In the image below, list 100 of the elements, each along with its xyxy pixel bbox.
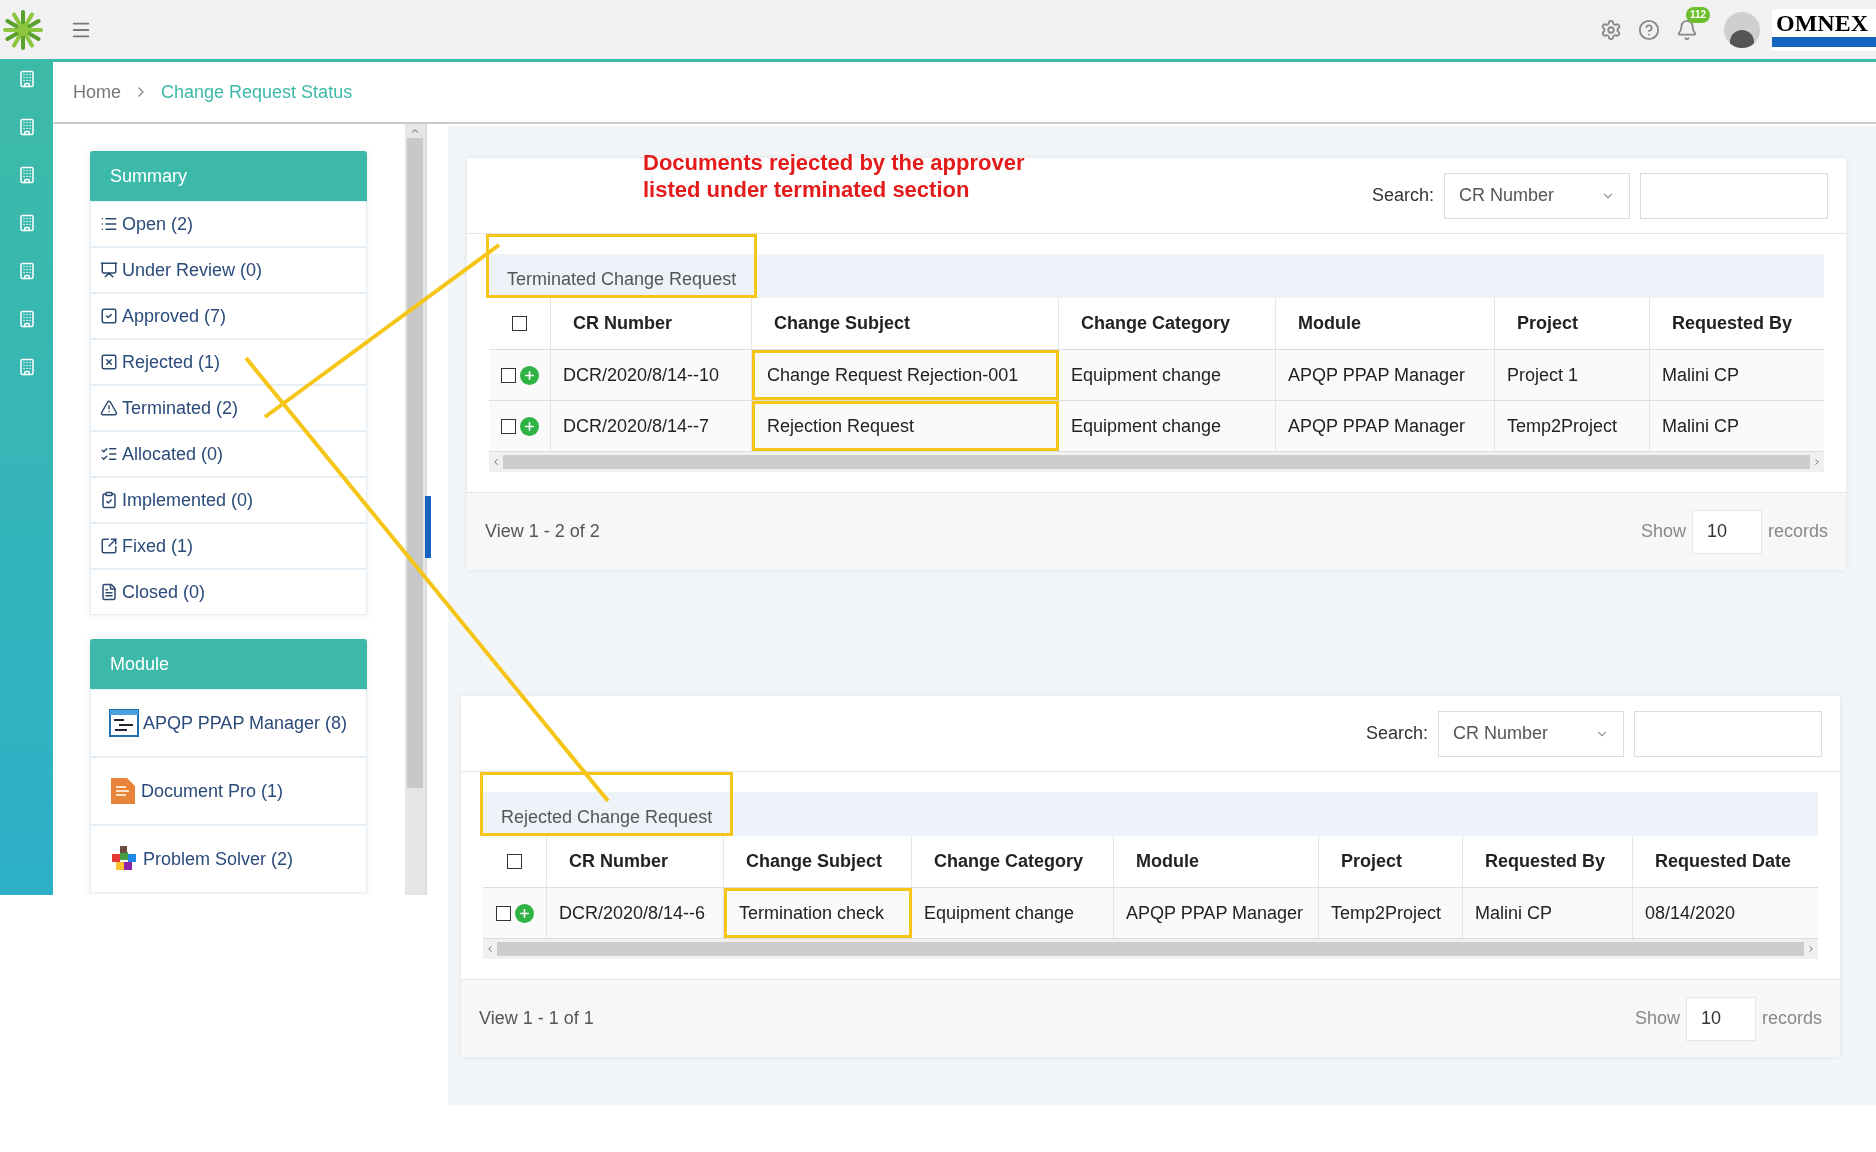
- column-header[interactable]: Module: [1114, 836, 1319, 887]
- column-header[interactable]: Requested By: [1650, 298, 1824, 349]
- column-header[interactable]: Change Category: [912, 836, 1114, 887]
- building-icon[interactable]: [17, 214, 36, 232]
- page-size-input[interactable]: 10: [1691, 509, 1762, 554]
- help-icon[interactable]: [1638, 18, 1660, 41]
- checked-box-icon: [100, 307, 118, 325]
- presenter-icon: [100, 261, 118, 279]
- summary-item[interactable]: Implemented (0): [90, 477, 367, 523]
- chevron-left-icon[interactable]: [485, 944, 495, 954]
- module-item[interactable]: APQP PPAP Manager (8): [90, 689, 367, 757]
- brand-logo: OMNEX: [1772, 8, 1876, 51]
- building-icon[interactable]: [17, 166, 36, 184]
- summary-item[interactable]: Rejected (1): [90, 339, 367, 385]
- horizontal-scrollbar[interactable]: [489, 452, 1824, 472]
- table-cell: Malini CP: [1650, 350, 1824, 400]
- chevron-left-icon[interactable]: [491, 457, 501, 467]
- table-cell: Temp2Project: [1319, 888, 1463, 938]
- document-icon: [109, 776, 137, 806]
- horizontal-scrollbar[interactable]: [483, 939, 1818, 959]
- record-count: View 1 - 2 of 2: [485, 520, 600, 543]
- building-icon[interactable]: [17, 118, 36, 136]
- building-icon[interactable]: [17, 358, 36, 376]
- settings-icon[interactable]: [1600, 18, 1622, 41]
- bell-icon[interactable]: [1676, 18, 1698, 41]
- column-header[interactable]: Change Subject: [752, 298, 1059, 349]
- table-cell: Project 1: [1495, 350, 1650, 400]
- column-header[interactable]: Requested Date: [1633, 836, 1818, 887]
- summary-header: Summary: [90, 151, 367, 201]
- table-cell: Equipment change: [1059, 350, 1276, 400]
- summary-item[interactable]: Terminated (2): [90, 385, 367, 431]
- checkbox[interactable]: [507, 854, 522, 869]
- module-item[interactable]: Document Pro (1): [90, 757, 367, 825]
- breadcrumb-link[interactable]: Home: [73, 78, 121, 106]
- column-header[interactable]: Module: [1276, 298, 1495, 349]
- table-cell: 08/14/2020: [1633, 888, 1818, 938]
- scroll-marker: [425, 496, 431, 558]
- checkbox[interactable]: [495, 905, 511, 921]
- records-label: records: [1761, 1007, 1822, 1030]
- summary-item[interactable]: Fixed (1): [90, 523, 367, 569]
- table-cell: APQP PPAP Manager: [1114, 888, 1319, 938]
- notification-badge: 112: [1686, 6, 1711, 23]
- chevron-up-icon[interactable]: [410, 126, 420, 136]
- table-cell: Equipment change: [1059, 401, 1276, 451]
- building-icon[interactable]: [17, 310, 36, 328]
- column-header[interactable]: Requested By: [1463, 836, 1633, 887]
- table-cell: Equipment change: [912, 888, 1114, 938]
- record-count: View 1 - 1 of 1: [479, 1007, 594, 1030]
- summary-item[interactable]: Approved (7): [90, 293, 367, 339]
- document-icon: [100, 583, 118, 601]
- search-label: Search:: [1371, 184, 1434, 207]
- table-title: Terminated Change Request: [486, 234, 758, 298]
- records-label: records: [1767, 520, 1828, 543]
- table-cell: DCR/2020/8/14--7: [551, 401, 752, 451]
- table-cell: APQP PPAP Manager: [1276, 350, 1495, 400]
- column-header[interactable]: CR Number: [551, 298, 752, 349]
- chevron-right-icon[interactable]: [1812, 457, 1822, 467]
- column-header[interactable]: CR Number: [547, 836, 724, 887]
- chevron-right-icon[interactable]: [1806, 944, 1816, 954]
- search-dropdown[interactable]: CR Number: [1438, 710, 1624, 757]
- search-input[interactable]: [1640, 172, 1828, 219]
- chart-window-icon: [109, 708, 139, 738]
- table-cell: Change Request Rejection-001: [752, 350, 1059, 400]
- annotation-note: Documents rejected by the approver listed under terminated section: [643, 148, 1025, 203]
- table-cell: APQP PPAP Manager: [1276, 401, 1495, 451]
- column-header[interactable]: Change Subject: [724, 836, 912, 887]
- summary-item[interactable]: Closed (0): [90, 569, 367, 615]
- table-cell: DCR/2020/8/14--6: [547, 888, 724, 938]
- checklist-icon: [100, 445, 118, 463]
- search-input[interactable]: [1634, 710, 1822, 757]
- module-header: Module: [90, 639, 367, 689]
- x-box-icon: [100, 353, 118, 371]
- summary-item[interactable]: Open (2): [90, 201, 367, 247]
- table-cell: Termination check: [724, 888, 912, 938]
- building-icon[interactable]: [17, 262, 36, 280]
- checkbox[interactable]: [512, 316, 527, 331]
- external-link-icon: [100, 537, 118, 555]
- table-cell: Malini CP: [1463, 888, 1633, 938]
- summary-item[interactable]: Allocated (0): [90, 431, 367, 477]
- page-size-input[interactable]: 10: [1685, 996, 1756, 1041]
- list-icon: [100, 215, 118, 233]
- table-cell: Malini CP: [1650, 401, 1824, 451]
- checkbox[interactable]: [500, 418, 516, 434]
- column-header[interactable]: Change Category: [1059, 298, 1276, 349]
- vertical-scrollbar[interactable]: [405, 124, 425, 895]
- table-cell: Rejection Request: [752, 401, 1059, 451]
- sunburst-logo-icon: [2, 8, 44, 51]
- clipboard-check-icon: [100, 491, 118, 509]
- warning-icon: [100, 399, 118, 417]
- building-icon[interactable]: [17, 70, 36, 88]
- show-label: Show: [1640, 520, 1686, 543]
- search-dropdown[interactable]: CR Number: [1444, 172, 1630, 219]
- column-header[interactable]: Project: [1495, 298, 1650, 349]
- avatar-icon[interactable]: [1724, 11, 1760, 48]
- module-item[interactable]: Problem Solver (2): [90, 825, 367, 893]
- column-header[interactable]: Project: [1319, 836, 1463, 887]
- table-cell: Temp2Project: [1495, 401, 1650, 451]
- checkbox[interactable]: [500, 367, 516, 383]
- table-title: Rejected Change Request: [480, 772, 734, 836]
- summary-item[interactable]: Under Review (0): [90, 247, 367, 293]
